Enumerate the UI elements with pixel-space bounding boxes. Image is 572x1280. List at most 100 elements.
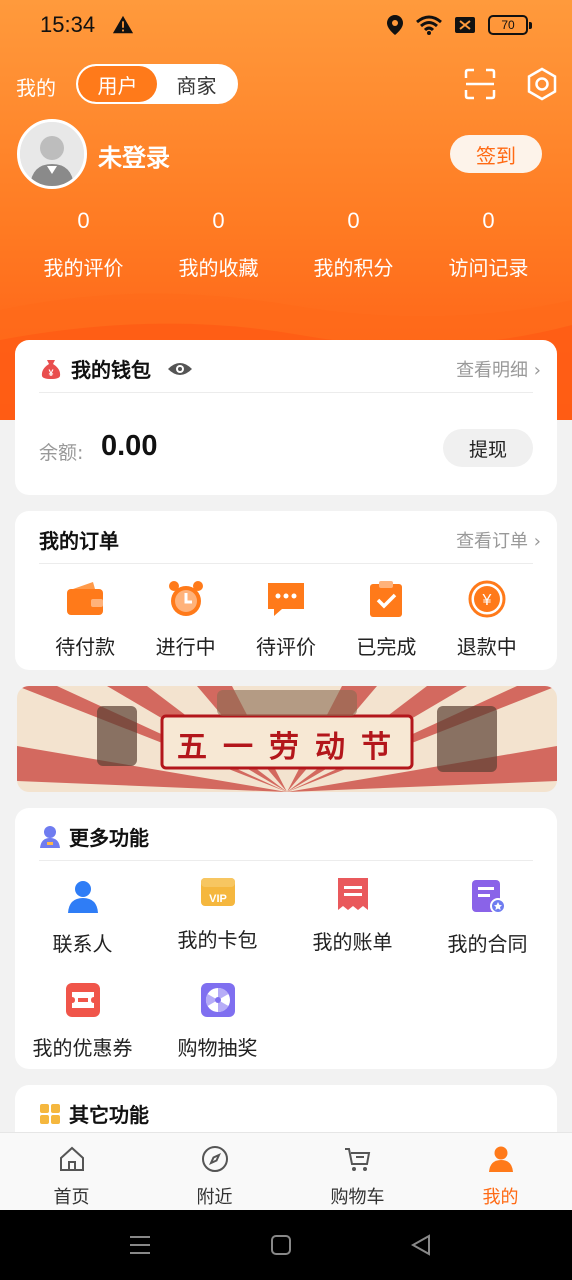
- order-completed[interactable]: 已完成: [341, 579, 431, 660]
- func-coupons[interactable]: 我的优惠券: [15, 982, 150, 1061]
- stat-value: 0: [212, 208, 225, 233]
- vip-card-icon: VIP: [200, 878, 235, 906]
- func-contacts[interactable]: 联系人: [15, 878, 150, 957]
- coupon-icon: [65, 983, 100, 1017]
- bill-icon: [337, 878, 368, 910]
- order-label: 已完成: [356, 635, 417, 659]
- stat-favorites[interactable]: 0 我的收藏: [151, 208, 286, 281]
- status-bar: 15:34 70: [0, 0, 572, 52]
- func-label: 我的合同: [447, 932, 528, 956]
- grid-apps-icon: [40, 1103, 60, 1124]
- func-bills[interactable]: 我的账单: [285, 876, 420, 955]
- func-contracts[interactable]: 我的合同: [420, 878, 555, 957]
- chat-bubble-icon: [267, 583, 304, 616]
- stat-label: 我的收藏: [178, 256, 259, 280]
- back-icon[interactable]: [410, 1234, 432, 1256]
- stat-label: 我的评价: [43, 256, 124, 280]
- tab-cart[interactable]: 购物车: [286, 1133, 429, 1210]
- banner-title: 五一劳动节: [177, 730, 407, 765]
- tab-label: 首页: [53, 1187, 90, 1208]
- stat-label: 访问记录: [448, 256, 529, 280]
- func-label: 我的账单: [312, 930, 393, 954]
- tab-home[interactable]: 首页: [0, 1133, 143, 1210]
- tab-me[interactable]: 我的: [429, 1133, 572, 1210]
- more-functions-title: 更多功能: [39, 822, 149, 851]
- divider: [39, 392, 533, 393]
- lottery-wheel-icon: [200, 983, 235, 1017]
- withdraw-button[interactable]: 提现: [443, 429, 533, 467]
- tab-label: 附近: [196, 1187, 233, 1208]
- svg-text:¥: ¥: [481, 592, 491, 609]
- toggle-user[interactable]: 用户: [78, 66, 157, 102]
- order-label: 待评价: [255, 635, 316, 659]
- func-label: 联系人: [52, 932, 113, 956]
- no-sim-icon: [455, 17, 475, 33]
- tab-nearby[interactable]: 附近: [143, 1133, 286, 1210]
- eye-icon[interactable]: [167, 359, 193, 379]
- func-label: 购物抽奖: [177, 1036, 258, 1060]
- default-avatar-icon: [20, 122, 84, 186]
- settings-icon[interactable]: [524, 66, 560, 102]
- service-person-icon: [40, 825, 60, 848]
- more-functions-card: 更多功能 联系人 VIP 我的卡包 我的账单 我的合同 我的优惠券 购物抽奖: [15, 808, 557, 1069]
- more-functions-title-text: 更多功能: [69, 826, 149, 850]
- location-icon: [387, 15, 403, 35]
- tab-label: 购物车: [330, 1187, 385, 1208]
- promo-banner[interactable]: 五一劳动节: [17, 686, 557, 792]
- money-bag-icon: ¥: [41, 359, 61, 379]
- order-label: 退款中: [456, 635, 517, 659]
- order-refunding[interactable]: ¥ 退款中: [442, 579, 532, 660]
- order-pending-payment[interactable]: 待付款: [40, 579, 130, 660]
- chevron-right-icon: ›: [533, 360, 541, 381]
- scan-icon[interactable]: [462, 66, 498, 102]
- order-label: 待付款: [55, 635, 116, 659]
- stat-value: 0: [482, 208, 495, 233]
- order-label: 进行中: [155, 635, 216, 659]
- order-in-progress[interactable]: 进行中: [141, 579, 231, 660]
- menu-icon[interactable]: [128, 1234, 152, 1256]
- person-icon: [488, 1146, 513, 1172]
- signin-button[interactable]: 签到: [450, 135, 542, 173]
- orders-card: 我的订单 查看订单 › 待付款 进行中 待评价 已完成 ¥ 退款中: [15, 511, 557, 670]
- header-bar: 我的 用户 商家: [16, 64, 557, 106]
- username[interactable]: 未登录: [98, 138, 170, 173]
- system-navigation-bar: [0, 1210, 572, 1280]
- func-lottery[interactable]: 购物抽奖: [150, 982, 285, 1061]
- stat-value: 0: [77, 208, 90, 233]
- yen-refund-icon: ¥: [468, 580, 506, 618]
- order-to-review[interactable]: 待评价: [241, 579, 331, 660]
- role-toggle[interactable]: 用户 商家: [76, 64, 238, 104]
- wallet-card: ¥ 我的钱包 查看明细 › 余额: 0.00 提现: [15, 340, 557, 495]
- bottom-tab-bar: 首页 附近 购物车 我的: [0, 1132, 572, 1210]
- wifi-icon: [416, 15, 442, 35]
- warning-icon: [112, 15, 134, 34]
- svg-text:¥: ¥: [48, 368, 53, 378]
- page-title: 我的: [16, 76, 56, 100]
- home-square-icon[interactable]: [270, 1234, 292, 1256]
- wallet-icon: [67, 582, 104, 615]
- stats-row: 0 我的评价 0 我的收藏 0 我的积分 0 访问记录: [16, 208, 556, 281]
- toggle-merchant[interactable]: 商家: [157, 66, 236, 102]
- avatar[interactable]: [17, 119, 87, 189]
- other-functions-title-text: 其它功能: [69, 1103, 149, 1127]
- orders-view-all-link[interactable]: 查看订单 ›: [456, 527, 541, 553]
- battery-indicator: 70: [488, 15, 532, 35]
- stat-history[interactable]: 0 访问记录: [421, 208, 556, 281]
- compass-icon: [201, 1146, 228, 1172]
- contract-icon: [471, 880, 506, 914]
- chevron-right-icon: ›: [533, 531, 541, 552]
- stat-value: 0: [347, 208, 360, 233]
- func-label: 我的优惠券: [32, 1036, 133, 1060]
- divider: [39, 563, 533, 564]
- other-functions-title: 其它功能: [39, 1099, 149, 1128]
- wallet-detail-link[interactable]: 查看明细 ›: [456, 356, 541, 382]
- stat-points[interactable]: 0 我的积分: [286, 208, 421, 281]
- stat-reviews[interactable]: 0 我的评价: [16, 208, 151, 281]
- balance-value: 0.00: [101, 430, 158, 462]
- status-time: 15:34: [40, 12, 96, 37]
- home-icon: [59, 1146, 84, 1171]
- func-card-wallet[interactable]: VIP 我的卡包: [150, 874, 285, 953]
- order-status-row: 待付款 进行中 待评价 已完成 ¥ 退款中: [15, 579, 557, 660]
- wallet-detail-label: 查看明细: [456, 360, 529, 381]
- orders-view-all-label: 查看订单: [456, 531, 529, 552]
